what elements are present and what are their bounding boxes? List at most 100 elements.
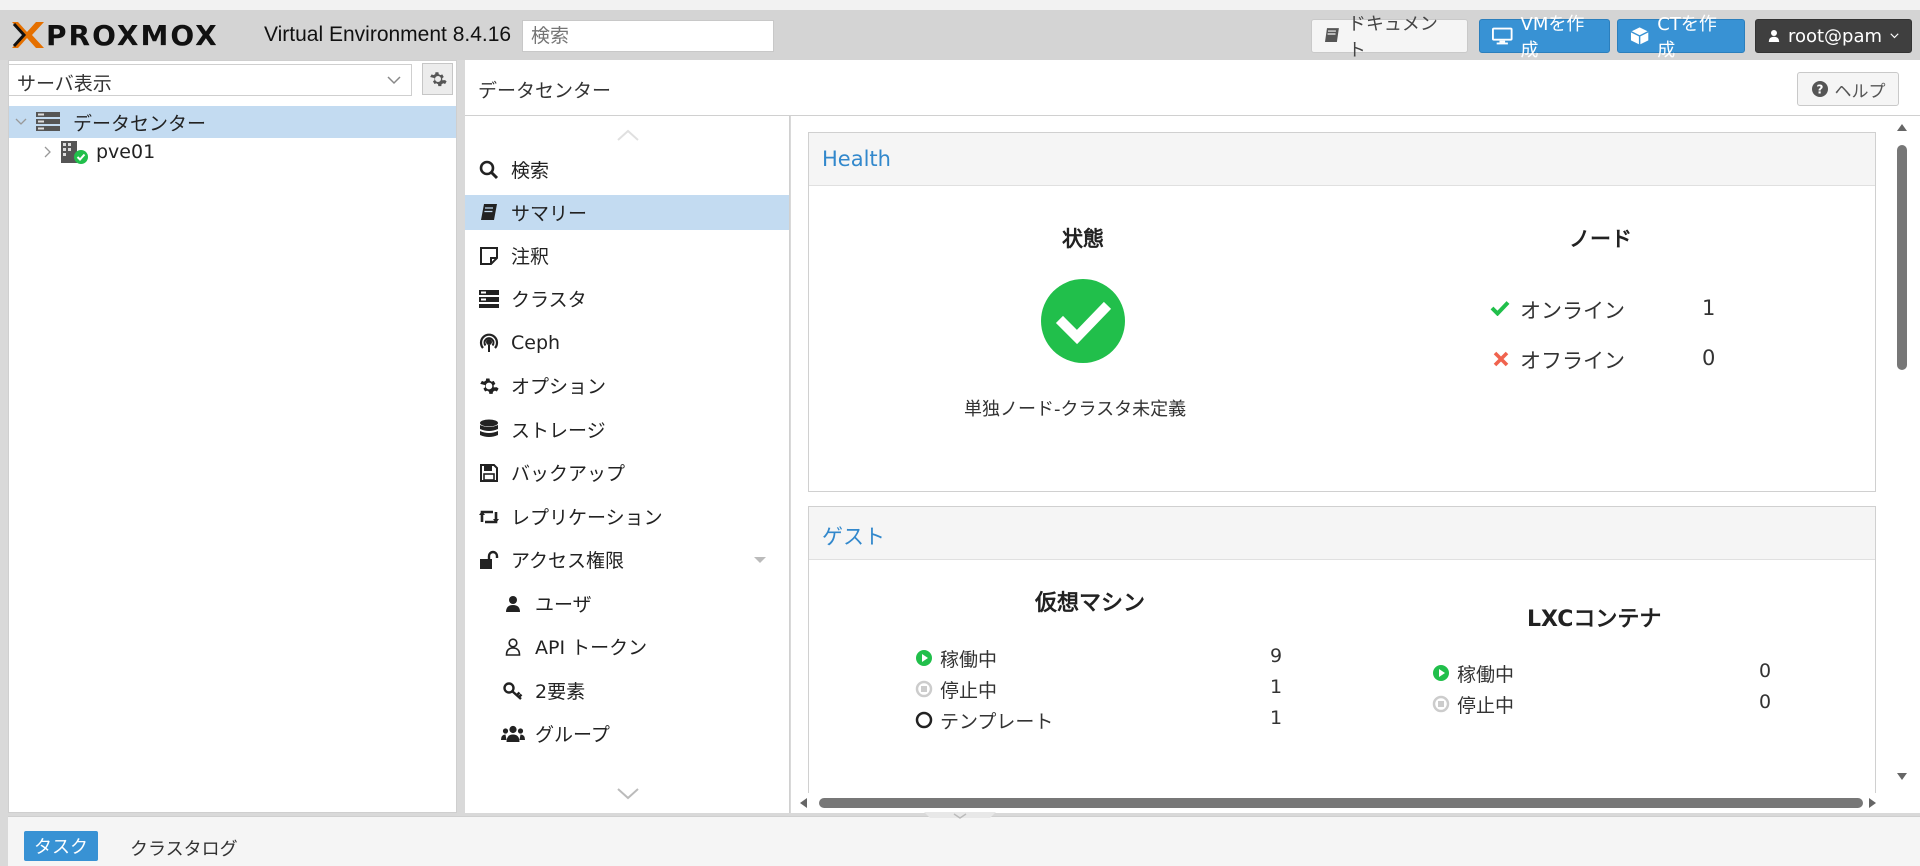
page-title: データセンター — [478, 80, 612, 102]
tree-item-datacenter[interactable]: データセンター — [9, 106, 456, 138]
tab-tasks-label: タスク — [34, 837, 88, 858]
nav-item-notes[interactable]: 注釈 — [465, 238, 789, 273]
health-panel: Health 状態 単独ノード-クラスタ未定義 ノード オンライン 1 オフライ… — [808, 132, 1876, 492]
vertical-scrollbar[interactable] — [1893, 120, 1911, 785]
note-icon — [480, 246, 498, 265]
gear-icon — [480, 378, 499, 394]
nav-item-label: バックアップ — [511, 463, 626, 485]
chevron-down-icon — [1890, 33, 1899, 39]
nav-item-backup[interactable]: バックアップ — [465, 455, 789, 490]
user-label: root@pam — [1787, 25, 1883, 47]
key-icon — [503, 681, 523, 700]
nav-item-replication[interactable]: レプリケーション — [465, 499, 789, 534]
tree-item-datacenter-label: データセンター — [73, 112, 207, 135]
tree-item-node[interactable]: pve01 — [44, 140, 155, 164]
vm-template-count: 1 — [1270, 707, 1283, 729]
search-icon — [479, 160, 499, 179]
scroll-down-icon[interactable] — [616, 787, 640, 801]
help-label: ヘルプ — [1834, 81, 1886, 102]
ceph-icon — [479, 333, 499, 352]
view-select[interactable]: サーバ表示 — [8, 64, 412, 96]
nav-item-label: 2要素 — [535, 681, 586, 703]
nav-item-cluster[interactable]: クラスタ — [465, 281, 789, 316]
online-count: 1 — [1702, 296, 1716, 320]
tab-tasks[interactable]: タスク — [24, 831, 98, 861]
help-button[interactable]: ? ヘルプ — [1797, 72, 1899, 106]
nodes-heading: ノード — [1569, 227, 1632, 251]
cluster-status-text: 単独ノード-クラスタ未定義 — [964, 399, 1187, 420]
book-icon — [481, 203, 497, 220]
nav-item-label: ストレージ — [511, 420, 606, 442]
documentation-button[interactable]: ドキュメント — [1311, 14, 1468, 61]
server-stack-icon — [36, 112, 60, 131]
close-icon — [1493, 351, 1509, 367]
nav-item-ceph[interactable]: Ceph — [465, 325, 789, 360]
user-icon — [506, 595, 520, 612]
nav-item-label: 検索 — [511, 160, 550, 182]
play-circle-icon — [916, 650, 932, 666]
nav-item-label: アクセス権限 — [511, 550, 625, 572]
offline-label: オフライン — [1520, 349, 1625, 373]
svg-text:?: ? — [1816, 83, 1823, 97]
nav-item-storage[interactable]: ストレージ — [465, 412, 789, 447]
horizontal-scrollbar[interactable] — [796, 793, 1879, 813]
nav-item-search[interactable]: 検索 — [465, 152, 789, 187]
proxmox-x-icon — [12, 22, 44, 48]
chevron-right-icon — [44, 146, 51, 158]
version-label: Virtual Environment 8.4.16 — [264, 23, 512, 46]
horizontal-scroll-thumb[interactable] — [819, 798, 1863, 808]
vertical-scroll-thumb[interactable] — [1897, 145, 1907, 370]
tab-cluster-log[interactable]: クラスタログ — [130, 835, 238, 861]
stop-circle-icon — [915, 680, 933, 698]
nav-item-api-tokens[interactable]: API トークン — [465, 629, 789, 664]
tree-item-node-label: pve01 — [96, 141, 156, 163]
status-heading: 状態 — [1062, 227, 1104, 251]
nav-item-permissions[interactable]: アクセス権限 — [465, 542, 789, 577]
offline-count: 0 — [1702, 346, 1716, 370]
collapse-caret-icon[interactable] — [753, 556, 767, 564]
users-icon — [501, 725, 525, 742]
nav-item-label: ユーザ — [535, 594, 592, 616]
vm-stopped-label: 停止中 — [940, 680, 998, 702]
nav-item-options[interactable]: オプション — [465, 368, 789, 403]
health-panel-header: Health — [809, 133, 1875, 186]
splitter-handle-icon[interactable] — [924, 812, 996, 820]
scroll-up-icon[interactable] — [616, 128, 640, 142]
search-input[interactable] — [522, 20, 774, 52]
bottom-log-panel — [8, 816, 1920, 866]
lxc-running-count: 0 — [1759, 660, 1772, 682]
create-vm-label: VMを作成 — [1520, 14, 1585, 61]
scroll-left-arrow-icon[interactable] — [798, 797, 808, 809]
nav-item-two-factor[interactable]: 2要素 — [465, 673, 789, 708]
unlock-icon — [480, 550, 499, 569]
main-header — [465, 60, 1920, 116]
user-icon — [1768, 30, 1780, 42]
create-ct-button[interactable]: CTを作成 — [1617, 14, 1745, 61]
lxc-running-label: 稼働中 — [1457, 664, 1515, 686]
server-icon — [479, 289, 499, 308]
template-circle-icon — [915, 711, 933, 729]
cube-icon — [1630, 27, 1649, 45]
guests-panel: ゲスト 仮想マシン 稼働中 9 停止中 1 テンプレート 1 LXCコンテナ 稼… — [808, 506, 1876, 796]
nav-item-users[interactable]: ユーザ — [465, 586, 789, 621]
scroll-up-arrow-icon[interactable] — [1896, 122, 1908, 132]
retweet-icon — [479, 510, 499, 523]
floppy-icon — [480, 463, 498, 482]
documentation-label: ドキュメント — [1347, 14, 1438, 61]
book-icon — [1324, 28, 1339, 42]
scroll-right-arrow-icon[interactable] — [1868, 797, 1878, 809]
chevron-down-icon — [15, 118, 27, 125]
tree-settings-button[interactable] — [422, 63, 453, 95]
scroll-down-arrow-icon[interactable] — [1896, 772, 1908, 782]
nav-item-label: クラスタ — [511, 289, 587, 311]
chevron-down-icon — [387, 76, 401, 85]
vm-running-count: 9 — [1270, 645, 1283, 667]
play-circle-icon — [1433, 665, 1449, 681]
create-ct-label: CTを作成 — [1657, 14, 1717, 61]
nav-item-summary[interactable]: サマリー — [465, 195, 789, 230]
nav-item-label: 注釈 — [511, 246, 550, 268]
vm-template-label: テンプレート — [940, 711, 1054, 733]
user-menu-button[interactable]: root@pam — [1755, 19, 1912, 53]
create-vm-button[interactable]: VMを作成 — [1479, 14, 1610, 61]
nav-item-groups[interactable]: グループ — [465, 716, 789, 751]
